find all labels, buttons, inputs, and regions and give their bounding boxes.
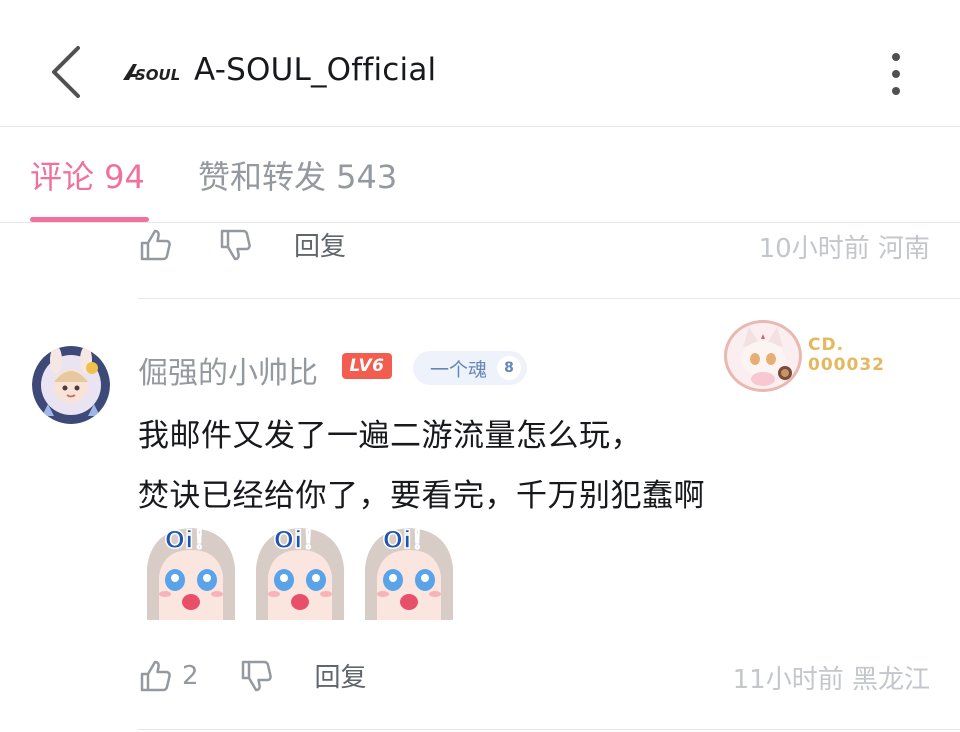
comment-divider [138, 298, 960, 299]
sticker-text: Oi！ [383, 526, 436, 554]
sticker-oi[interactable]: Oi！ [250, 520, 350, 620]
asoul-logo: SOUL [121, 60, 180, 84]
active-tab-indicator [30, 217, 149, 222]
sticker-text: Oi！ [165, 526, 218, 554]
back-button[interactable] [40, 40, 92, 104]
comment-username[interactable]: 倔强的小帅比 [138, 348, 318, 392]
fan-medal[interactable]: 一个魂 8 [413, 351, 527, 385]
comment-divider [138, 729, 960, 730]
reply-button[interactable]: 回复 [315, 657, 367, 694]
comment-location: 黑龙江 [851, 665, 930, 695]
prev-comment-actions: 回复 [138, 226, 346, 263]
level-badge: LV6 [342, 353, 392, 379]
comment-time: 10小时前 [758, 234, 870, 264]
comment-actions: 2 回复 [138, 657, 367, 694]
decoration-card-number: 000032 [808, 355, 885, 375]
fan-medal-level: 8 [497, 356, 522, 380]
sticker-oi[interactable]: Oi！ [141, 520, 241, 620]
comment-location: 河南 [877, 234, 930, 264]
tab-bar: 评论 94 赞和转发 543 [0, 128, 960, 223]
thumbs-up-icon[interactable] [138, 658, 174, 694]
tab-comments[interactable]: 评论 94 [30, 152, 145, 198]
reply-button[interactable]: 回复 [294, 226, 346, 263]
comment-text-line-1: 我邮件又发了一遍二游流量怎么玩， [138, 418, 642, 454]
top-bar: SOUL A-SOUL_Official [0, 0, 960, 127]
decoration-card-image [724, 320, 802, 392]
thumbs-up-icon[interactable] [138, 227, 174, 263]
sticker-text: Oi！ [274, 526, 327, 554]
svg-text:SOUL: SOUL [135, 66, 179, 84]
avatar[interactable] [32, 346, 110, 424]
thumbs-down-icon[interactable] [218, 227, 254, 263]
tab-likes-reposts[interactable]: 赞和转发 543 [198, 152, 397, 198]
comment-meta: 11小时前 黑龙江 [733, 659, 930, 696]
fan-medal-name: 一个魂 [430, 358, 488, 381]
more-vertical-icon [892, 53, 900, 61]
sticker-oi[interactable]: Oi！ [359, 520, 459, 620]
prev-comment-meta: 10小时前 河南 [759, 228, 930, 265]
more-options-button[interactable] [876, 48, 916, 100]
comment-text-line-2: 焚诀已经给你了，要看完，千万别犯蠢啊 [138, 478, 705, 514]
chevron-left-icon [52, 46, 80, 98]
thumbs-down-icon[interactable] [239, 658, 275, 694]
like-count: 2 [182, 660, 199, 691]
decoration-card[interactable]: CD. 000032 [724, 318, 894, 394]
comment-time: 11小时前 [732, 665, 844, 695]
decoration-card-label: CD. [808, 335, 845, 355]
page-title: A-SOUL_Official [194, 52, 437, 88]
